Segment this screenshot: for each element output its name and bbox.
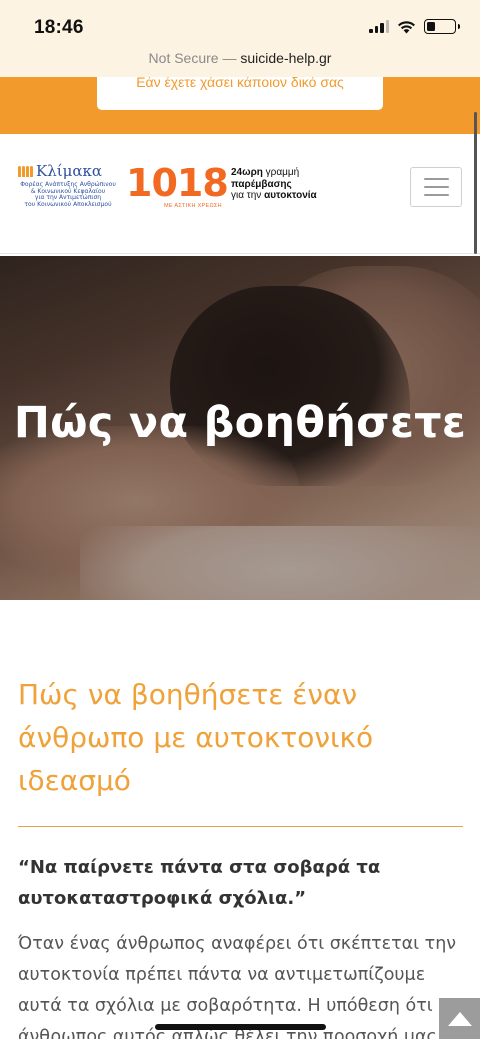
hamburger-icon-bar <box>423 178 449 180</box>
klimaka-logo-text: Κλίμακα <box>36 162 102 180</box>
url-separator: — <box>218 50 241 66</box>
hotline-number-sub: ΜΕ ΑΣΤΙΚΗ ΧΡΕΩΣΗ <box>164 203 222 209</box>
helpline-line1-rest: γραμμή <box>262 167 300 178</box>
scrollbar-thumb[interactable] <box>474 112 477 254</box>
article-body: Όταν ένας άνθρωπος αναφέρει ότι σκέπτετα… <box>18 929 478 1039</box>
notice-strip: Εάν έχετε χάσει κάποιον δικό σας <box>0 77 480 134</box>
hero-banner: Πώς να βοηθήσετε <box>0 256 480 600</box>
cellular-signal-icon <box>369 20 389 33</box>
arrow-up-icon <box>447 1011 472 1026</box>
helpline-24h: 24ωρη <box>231 167 263 178</box>
helpline-line3-bold: αυτοκτονία <box>264 190 317 201</box>
helpline-description: 24ωρη γραμμή παρέμβασης για την αυτοκτον… <box>231 167 317 202</box>
security-label: Not Secure <box>148 50 219 66</box>
hamburger-icon-bar <box>423 194 449 196</box>
address-bar[interactable]: Not Secure — suicide-help.gr <box>0 50 480 77</box>
wifi-icon <box>398 20 415 33</box>
status-time: 18:46 <box>34 17 84 38</box>
klimaka-tagline-line: του Κοινωνικού Αποκλεισμού <box>24 200 112 208</box>
quote-line: “Να παίρνετε πάντα στα σοβαρά τα <box>18 857 381 878</box>
quote-line: αυτοκαταστροφικά σχόλια.” <box>18 888 307 909</box>
klimaka-logo-title: Κλίμακα <box>18 162 118 180</box>
klimaka-logo[interactable]: Κλίμακα Φορέας Ανάπτυξης Ανθρώπινου & Κο… <box>18 162 118 216</box>
hamburger-menu-button[interactable] <box>410 167 462 207</box>
body-line: αυτοκτονία πρέπει πάντα να αντιμετωπίζου… <box>18 965 426 985</box>
article-heading: Πώς να βοηθήσετε έναν άνθρωπο με αυτοκτο… <box>18 678 374 797</box>
home-indicator[interactable] <box>155 1024 326 1030</box>
status-bar: 18:46 <box>0 0 480 50</box>
hero-title: Πώς να βοηθήσετε <box>13 398 467 448</box>
status-icons <box>369 19 460 34</box>
body-line: Όταν ένας άνθρωπος αναφέρει ότι σκέπτετα… <box>18 934 457 954</box>
back-to-top-button[interactable] <box>439 998 480 1039</box>
battery-icon <box>424 19 460 34</box>
hamburger-icon-bar <box>423 186 449 188</box>
lost-loved-one-button[interactable]: Εάν έχετε χάσει κάποιον δικό σας <box>97 77 383 110</box>
hotline-number: 1018 <box>126 161 229 205</box>
people-icon <box>18 165 33 177</box>
klimaka-tagline: Φορέας Ανάπτυξης Ανθρώπινου & Κοινωνικού… <box>18 181 118 208</box>
url-domain: suicide-help.gr <box>240 50 332 66</box>
helpline-line3-prefix: για την <box>231 190 265 201</box>
hotline-logo[interactable]: 1018 ΜΕ ΑΣΤΙΚΗ ΧΡΕΩΣΗ <box>126 161 229 209</box>
site-header: Κλίμακα Φορέας Ανάπτυξης Ανθρώπινου & Κο… <box>0 134 480 254</box>
helpline-line2: παρέμβασης <box>231 178 292 190</box>
body-line: αυτά τα σχόλια με σοβαρότητα. Η υπόθεση … <box>18 996 449 1016</box>
article-quote: “Να παίρνετε πάντα στα σοβαρά τα αυτοκατ… <box>18 852 463 914</box>
heading-divider <box>18 826 463 827</box>
